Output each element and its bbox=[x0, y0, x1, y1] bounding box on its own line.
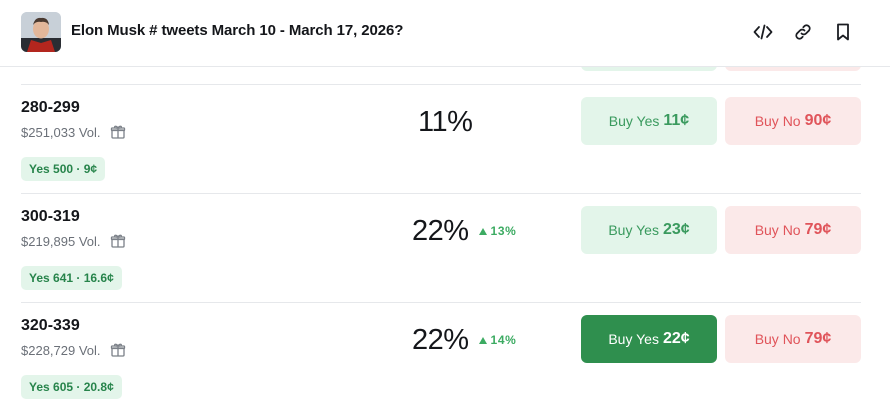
buy-no-price: 79¢ bbox=[804, 330, 832, 347]
buy-no-label: Buy No bbox=[754, 113, 801, 129]
embed-code-icon[interactable] bbox=[751, 20, 775, 44]
link-icon[interactable] bbox=[791, 20, 815, 44]
outcome-range: 300-319 bbox=[21, 208, 80, 225]
gift-icon[interactable] bbox=[110, 233, 126, 249]
up-arrow-icon bbox=[478, 227, 487, 235]
position-pill: Yes 500 · 9¢ bbox=[21, 157, 106, 181]
volume-text: $219,895 Vol. bbox=[21, 233, 101, 249]
buy-no-label: Buy No bbox=[754, 331, 801, 347]
outcome-range: 280-299 bbox=[21, 99, 80, 116]
buy-no-button[interactable]: Buy No 79¢ bbox=[725, 206, 861, 254]
probability-percent: 22% bbox=[412, 214, 469, 247]
probability-percent: 22% bbox=[412, 323, 469, 356]
up-arrow-icon bbox=[478, 336, 487, 344]
buy-yes-button[interactable]: Buy Yes 11¢ bbox=[581, 97, 717, 145]
market-header: Elon Musk # tweets March 10 - March 17, … bbox=[0, 0, 890, 67]
outcome-row: 280-299 $251,033 Vol. Yes 500 · 9¢ 11% B… bbox=[0, 85, 890, 194]
buy-yes-price: 11¢ bbox=[663, 112, 690, 129]
buy-no-price: 79¢ bbox=[804, 221, 832, 238]
buy-yes-button[interactable]: Buy Yes 23¢ bbox=[581, 206, 717, 254]
change-value: 14% bbox=[490, 333, 517, 347]
outcome-probability: 22% 14% bbox=[412, 323, 516, 357]
change-value: 13% bbox=[490, 224, 517, 238]
buy-no-label: Buy No bbox=[754, 222, 801, 238]
buy-yes-label: Buy Yes bbox=[608, 331, 659, 347]
buy-yes-label: Buy Yes bbox=[608, 113, 660, 129]
position-pill: Yes 605 · 20.8¢ bbox=[21, 375, 122, 399]
market-avatar bbox=[21, 12, 61, 52]
outcome-probability: 22% 13% bbox=[412, 214, 516, 248]
outcome-range: 320-339 bbox=[21, 317, 80, 334]
gift-icon[interactable] bbox=[110, 342, 126, 358]
outcome-volume: $219,895 Vol. bbox=[21, 233, 126, 249]
buy-yes-label: Buy Yes bbox=[608, 222, 659, 238]
buy-no-button[interactable]: Buy No 79¢ bbox=[725, 315, 861, 363]
probability-change: 14% bbox=[478, 333, 517, 347]
outcome-probability: 11% bbox=[418, 105, 473, 139]
buy-yes-button[interactable]: Buy Yes 22¢ bbox=[581, 315, 717, 363]
outcome-row: 320-339 $228,729 Vol. Yes 605 · 20.8¢ 22… bbox=[0, 303, 890, 411]
bookmark-icon[interactable] bbox=[831, 20, 855, 44]
probability-change: 13% bbox=[478, 224, 517, 238]
volume-text: $251,033 Vol. bbox=[21, 124, 101, 140]
buy-no-button[interactable]: Buy No 90¢ bbox=[725, 97, 861, 145]
probability-percent: 11% bbox=[418, 105, 473, 138]
buy-no-price: 90¢ bbox=[804, 112, 832, 129]
position-pill: Yes 641 · 16.6¢ bbox=[21, 266, 122, 290]
buy-yes-price: 23¢ bbox=[662, 221, 690, 238]
outcome-volume: $228,729 Vol. bbox=[21, 342, 126, 358]
market-title: Elon Musk # tweets March 10 - March 17, … bbox=[71, 22, 404, 39]
buy-yes-price: 22¢ bbox=[662, 330, 690, 347]
outcome-row: 300-319 $219,895 Vol. Yes 641 · 16.6¢ 22… bbox=[0, 194, 890, 303]
volume-text: $228,729 Vol. bbox=[21, 342, 101, 358]
outcome-volume: $251,033 Vol. bbox=[21, 124, 126, 140]
gift-icon[interactable] bbox=[110, 124, 126, 140]
